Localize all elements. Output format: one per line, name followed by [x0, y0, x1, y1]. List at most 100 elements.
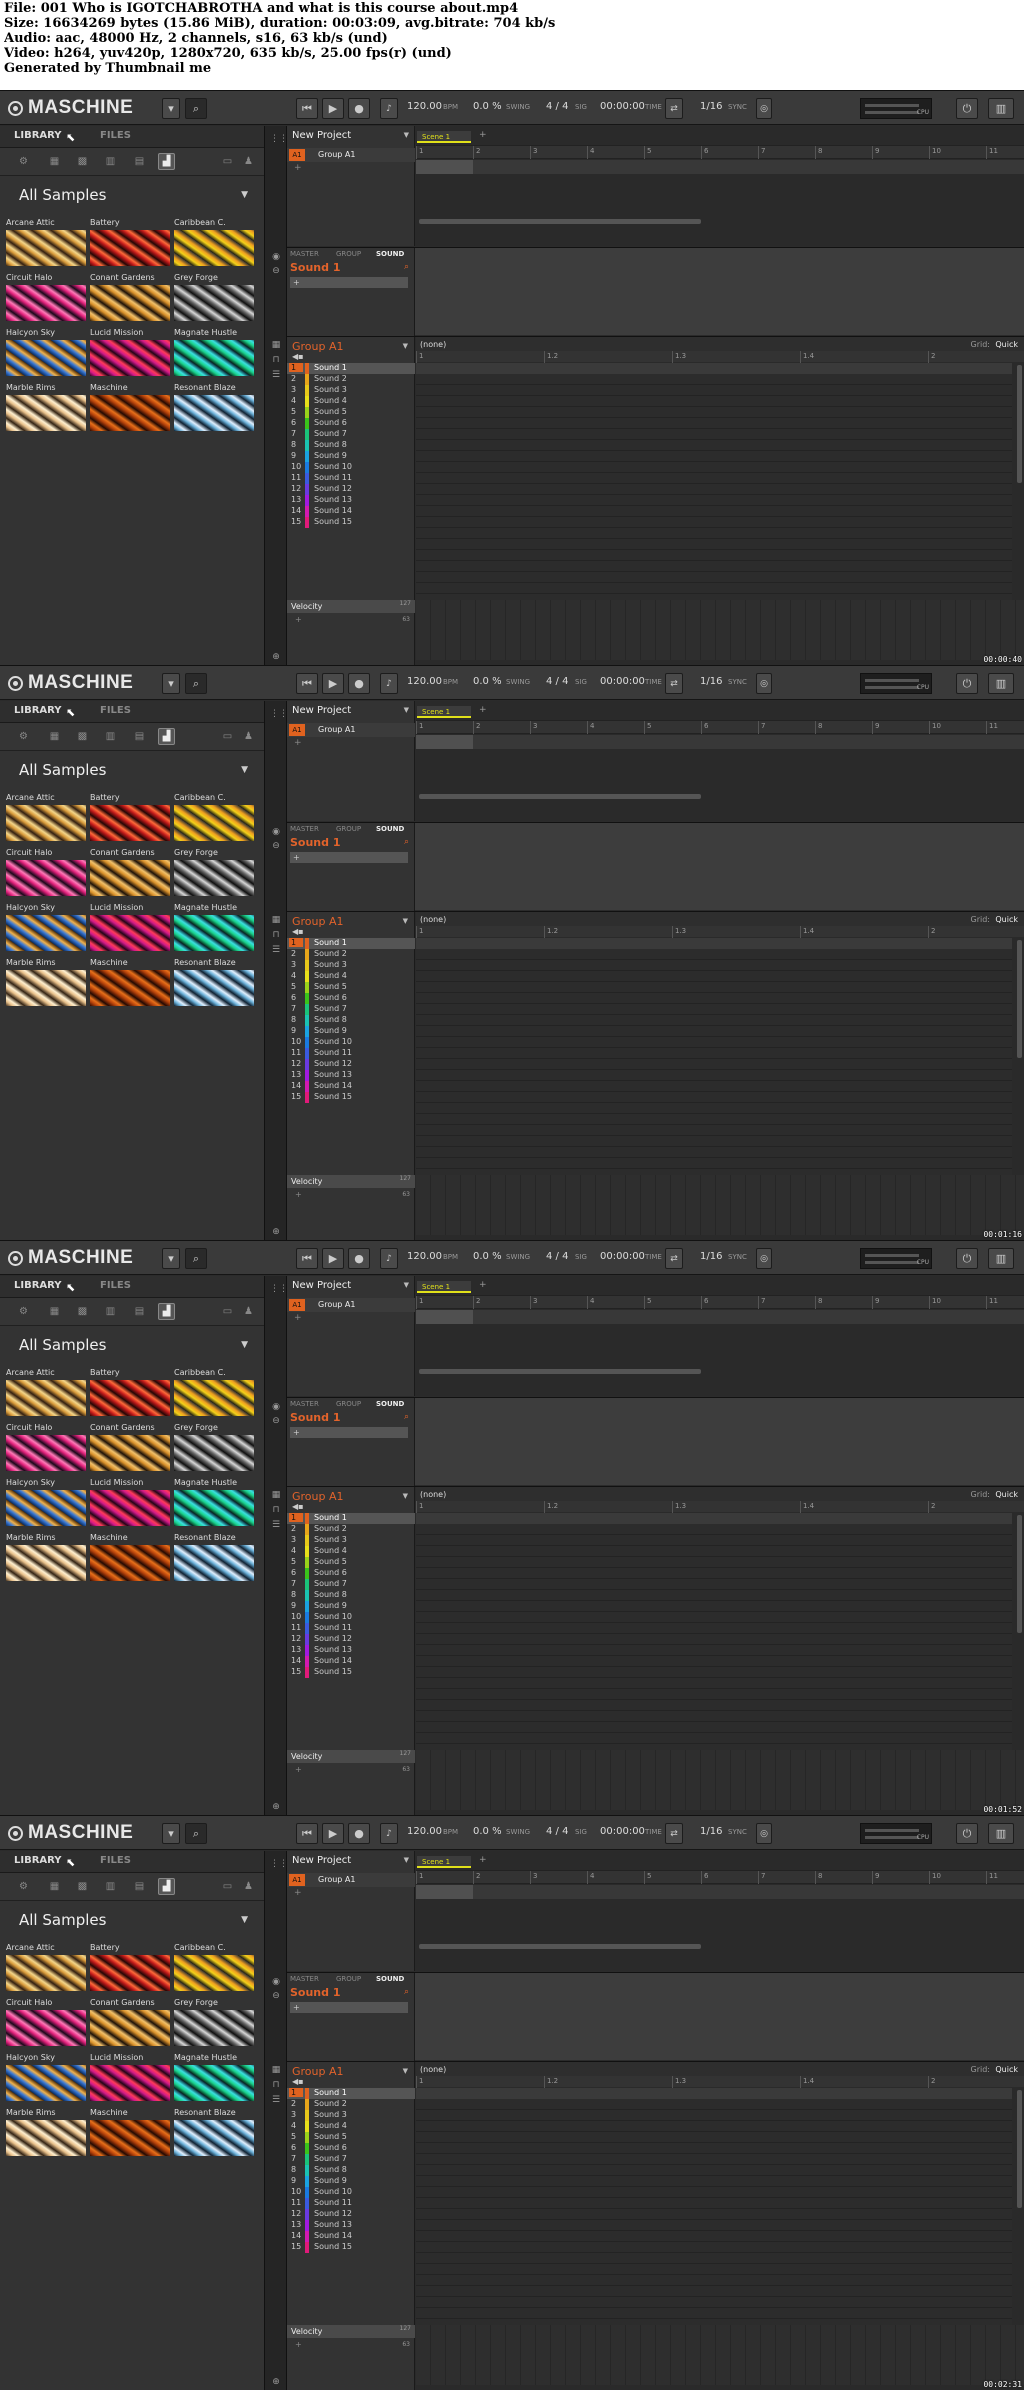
sync-icon[interactable]: ◎ — [756, 673, 772, 694]
expansion-tile[interactable]: Circuit Halo — [6, 1998, 86, 2046]
sound-slot[interactable]: 12 Sound 12 — [287, 1634, 415, 1645]
tab-library[interactable]: LIBRARY — [14, 705, 62, 716]
clip-selection[interactable] — [416, 1310, 473, 1324]
sound-slot[interactable]: 11 Sound 11 — [287, 2198, 415, 2209]
modulation-icon[interactable]: ⊕ — [270, 1802, 282, 1812]
chevron-down-icon[interactable]: ▼ — [404, 706, 409, 714]
sound-slot[interactable]: 9 Sound 9 — [287, 1601, 415, 1612]
power-icon[interactable]: ⏻ — [956, 98, 978, 119]
add-plugin-button[interactable]: + — [290, 277, 408, 288]
swing-value[interactable]: 0.0 % — [473, 676, 502, 687]
signature-value[interactable]: 4 / 4 — [546, 1826, 568, 1837]
add-modulation-button[interactable]: + — [295, 1190, 302, 1199]
step-grid[interactable] — [416, 363, 1012, 600]
sound-slot[interactable]: 15 Sound 15 — [287, 1667, 415, 1678]
factory-toggle-icon[interactable]: ▭ — [219, 153, 236, 170]
pattern-name[interactable]: (none) — [420, 2065, 446, 2074]
sample-category-select[interactable]: All Samples ▼ — [6, 755, 256, 785]
pattern-ruler[interactable]: 1 1.2 1.3 1.4 2 — [416, 351, 1024, 364]
vertical-scrollbar[interactable] — [1017, 2090, 1022, 2208]
loop-icon[interactable]: ⇄ — [665, 673, 683, 694]
sound-slot[interactable]: 8 Sound 8 — [287, 1590, 415, 1601]
tab-files[interactable]: FILES — [100, 130, 131, 141]
expansion-tile[interactable]: Battery — [90, 1368, 170, 1416]
sound-slot[interactable]: 10 Sound 10 — [287, 1612, 415, 1623]
group-filter-icon[interactable]: ▦ — [46, 1303, 63, 1320]
sound-slot[interactable]: 11 Sound 11 — [287, 473, 415, 484]
chevron-down-icon[interactable]: ▼ — [404, 1856, 409, 1864]
grid-value[interactable]: Quick — [995, 915, 1018, 924]
loop-icon[interactable]: ⇄ — [665, 1823, 683, 1844]
menu-dropdown-icon[interactable]: ▾ — [162, 673, 180, 694]
project-title[interactable]: New Project — [292, 1280, 351, 1291]
clip-lane[interactable] — [416, 1310, 1024, 1324]
sound-search-icon[interactable]: ⌕ — [404, 1412, 409, 1422]
tab-library[interactable]: LIBRARY — [14, 130, 62, 141]
tab-sound[interactable]: SOUND — [376, 1975, 404, 1983]
expansion-tile[interactable]: Conant Gardens — [90, 1423, 170, 1471]
loop-icon[interactable]: ⇄ — [665, 1248, 683, 1269]
tab-group[interactable]: GROUP — [336, 825, 361, 833]
expansion-tile[interactable]: Circuit Halo — [6, 1423, 86, 1471]
sound-slot[interactable]: 6 Sound 6 — [287, 1568, 415, 1579]
expansion-tile[interactable]: Marble Rims — [6, 383, 86, 431]
sound-slot[interactable]: 13 Sound 13 — [287, 1645, 415, 1656]
sound-search-icon[interactable]: ⌕ — [404, 837, 409, 847]
pattern-filter-icon[interactable]: ▥ — [102, 1303, 119, 1320]
expansion-tile[interactable]: Grey Forge — [174, 848, 254, 896]
project-title[interactable]: New Project — [292, 130, 351, 141]
pattern-filter-icon[interactable]: ▥ — [102, 153, 119, 170]
group-filter-icon[interactable]: ▦ — [46, 728, 63, 745]
expansion-tile[interactable]: Conant Gardens — [90, 273, 170, 321]
expansion-tile[interactable]: Circuit Halo — [6, 848, 86, 896]
sound-slot[interactable]: 11 Sound 11 — [287, 1048, 415, 1059]
sound-slot[interactable]: 6 Sound 6 — [287, 418, 415, 429]
step-mode-icon[interactable]: ⊓ — [270, 930, 282, 940]
sound-slot[interactable]: 9 Sound 9 — [287, 2176, 415, 2187]
group-row[interactable]: A1 Group A1 — [287, 148, 415, 162]
window-layout-icon[interactable]: ▥ — [988, 98, 1014, 119]
project-filter-icon[interactable]: ⚙ — [15, 153, 32, 170]
sound-slot[interactable]: 1 Sound 1 — [287, 1513, 415, 1524]
sound-slot[interactable]: 6 Sound 6 — [287, 2143, 415, 2154]
speaker-icon[interactable]: ◀▪ — [292, 2077, 304, 2086]
group-filter-icon[interactable]: ▦ — [46, 1878, 63, 1895]
arranger-ruler[interactable]: 1 2 3 4 5 6 7 8 9 10 11 — [416, 1870, 1024, 1884]
expansion-tile[interactable]: Caribbean C. — [174, 1943, 254, 1991]
scene-tab[interactable]: Scene 1 — [417, 706, 471, 718]
sound-slot[interactable]: 1 Sound 1 — [287, 938, 415, 949]
tab-group[interactable]: GROUP — [336, 1975, 361, 1983]
sound-slot[interactable]: 3 Sound 3 — [287, 1535, 415, 1546]
chevron-down-icon[interactable]: ▼ — [404, 131, 409, 139]
arranger-ruler[interactable]: 1 2 3 4 5 6 7 8 9 10 11 — [416, 720, 1024, 734]
pattern-ruler[interactable]: 1 1.2 1.3 1.4 2 — [416, 1501, 1024, 1514]
pattern-name[interactable]: (none) — [420, 915, 446, 924]
record-icon[interactable]: ● — [348, 1823, 370, 1844]
sound-slot[interactable]: 2 Sound 2 — [287, 2099, 415, 2110]
user-toggle-icon[interactable]: ♟ — [240, 728, 257, 745]
expansion-tile[interactable]: Grey Forge — [174, 273, 254, 321]
expansion-tile[interactable]: Resonant Blaze — [174, 2108, 254, 2156]
tab-library[interactable]: LIBRARY — [14, 1280, 62, 1291]
sound-slot[interactable]: 8 Sound 8 — [287, 440, 415, 451]
add-plugin-button[interactable]: + — [290, 1427, 408, 1438]
expansion-tile[interactable]: Magnate Hustle — [174, 903, 254, 951]
expansion-tile[interactable]: Marble Rims — [6, 958, 86, 1006]
step-mode-icon[interactable]: ⊓ — [270, 2080, 282, 2090]
group-row[interactable]: A1 Group A1 — [287, 723, 415, 737]
tab-files[interactable]: FILES — [100, 705, 131, 716]
tab-master[interactable]: MASTER — [290, 825, 319, 833]
sound-slot[interactable]: 2 Sound 2 — [287, 374, 415, 385]
velocity-lane[interactable] — [416, 600, 1024, 660]
chevron-down-icon[interactable]: ▼ — [403, 1492, 408, 1500]
play-icon[interactable]: ▶ — [322, 98, 344, 119]
step-grid[interactable] — [416, 938, 1012, 1175]
rewind-icon[interactable]: ⏮ — [296, 98, 318, 119]
add-scene-button[interactable]: + — [479, 1855, 487, 1865]
sync-icon[interactable]: ◎ — [756, 1248, 772, 1269]
expansion-tile[interactable]: Arcane Attic — [6, 218, 86, 266]
expansion-tile[interactable]: Magnate Hustle — [174, 2053, 254, 2101]
vertical-scrollbar[interactable] — [1017, 365, 1022, 483]
expansion-tile[interactable]: Conant Gardens — [90, 1998, 170, 2046]
window-layout-icon[interactable]: ▥ — [988, 1248, 1014, 1269]
